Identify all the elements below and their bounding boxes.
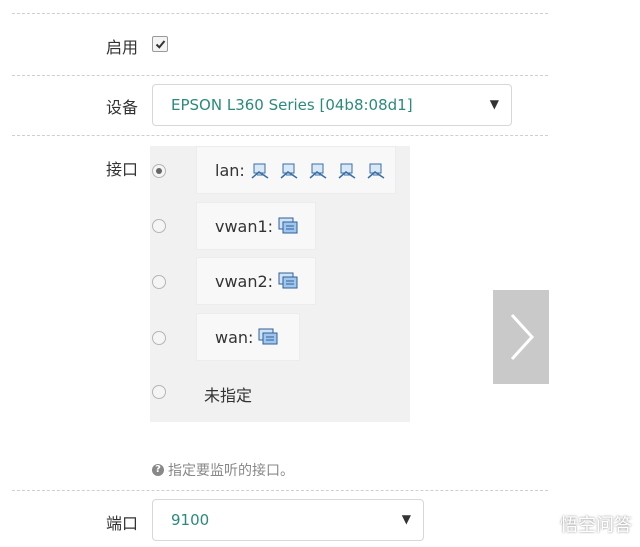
chevron-right-icon <box>510 313 535 361</box>
port-label: 端口 <box>105 514 138 533</box>
interface-name-vwan1: vwan1: <box>215 216 274 236</box>
speech-bubble-logo-icon <box>529 514 555 534</box>
interface-option-vwan1[interactable]: vwan1: <box>196 202 316 250</box>
wired-network-icon <box>367 163 385 179</box>
interface-radio-vwan2[interactable] <box>152 275 166 289</box>
chevron-down-icon: ▼ <box>401 512 411 526</box>
interface-name-lan: lan: <box>215 160 245 180</box>
wired-network-icon <box>309 163 327 179</box>
divider <box>12 13 548 14</box>
next-image-button[interactable] <box>493 290 549 384</box>
wireless-network-icon <box>278 272 298 289</box>
interface-option-lan[interactable]: lan: <box>196 146 396 194</box>
wired-network-icon <box>251 163 269 179</box>
wired-network-icon <box>338 163 356 179</box>
interface-option-vwan2[interactable]: vwan2: <box>196 257 316 305</box>
interface-help-label: 指定要监听的接口。 <box>168 463 294 479</box>
divider <box>12 75 548 76</box>
interface-radio-vwan1[interactable] <box>152 219 166 233</box>
interface-option-wan[interactable]: wan: <box>196 313 300 361</box>
question-icon: ? <box>152 464 164 476</box>
divider <box>12 490 548 491</box>
interface-label: 接口 <box>105 160 138 179</box>
divider <box>12 135 548 136</box>
port-select[interactable]: 9100 ▼ <box>152 499 424 541</box>
wired-network-icons <box>247 160 387 180</box>
wired-network-icon <box>280 163 298 179</box>
interface-radio-wan[interactable] <box>152 331 166 345</box>
port-select-value: 9100 <box>171 511 210 529</box>
watermark-text: 悟空问答 <box>560 515 632 536</box>
interface-radio-lan[interactable] <box>152 164 166 178</box>
chevron-down-icon: ▼ <box>489 97 499 111</box>
interface-name-wan: wan: <box>215 327 254 347</box>
interface-option-unspecified[interactable]: 未指定 <box>204 382 252 406</box>
interface-radio-unspecified[interactable] <box>152 385 166 399</box>
wireless-network-icon <box>278 217 298 234</box>
interface-help-text: ? 指定要监听的接口。 <box>152 460 294 480</box>
wireless-network-icon <box>258 328 278 345</box>
interface-name-vwan2: vwan2: <box>215 271 274 291</box>
device-select-value: EPSON L360 Series [04b8:08d1] <box>171 96 413 114</box>
enable-checkbox[interactable] <box>152 36 168 52</box>
enable-label: 启用 <box>105 38 138 57</box>
device-select[interactable]: EPSON L360 Series [04b8:08d1] ▼ <box>152 84 512 126</box>
watermark: 悟空问答 <box>528 511 632 537</box>
device-label: 设备 <box>105 98 138 117</box>
checkmark-icon <box>155 39 165 49</box>
